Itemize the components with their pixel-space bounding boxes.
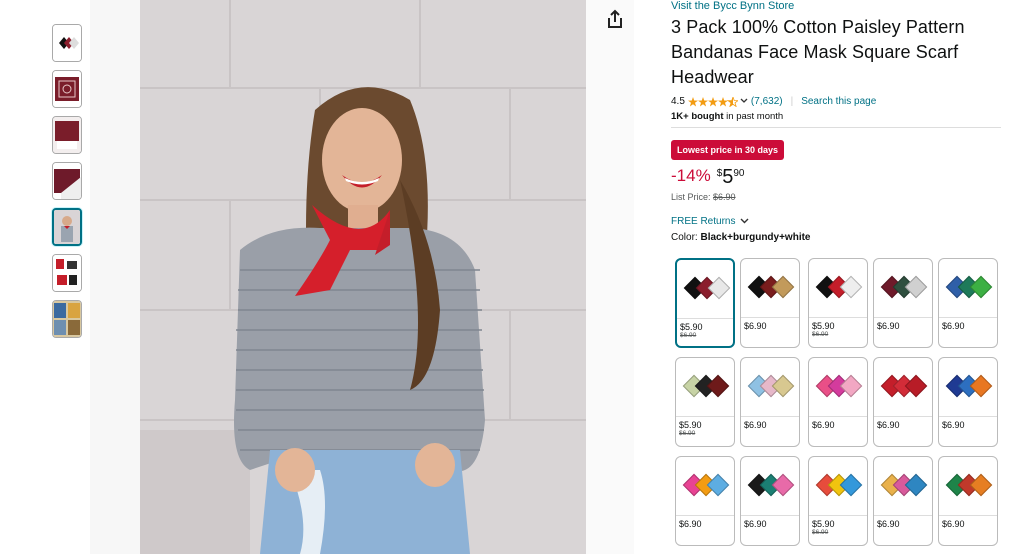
thumbnail-2[interactable] [52, 70, 82, 108]
swatch-image [809, 457, 867, 516]
swatch-image [741, 358, 799, 417]
color-swatch-selected[interactable]: $5.90 $6.90 [675, 258, 735, 348]
color-swatch[interactable]: $6.90 [873, 258, 933, 348]
swatch-image [939, 259, 997, 318]
thumbnail-3[interactable] [52, 116, 82, 154]
list-price-value: $6.90 [713, 192, 736, 202]
color-swatch[interactable]: $6.90 [808, 357, 868, 447]
ratings-count-link[interactable]: (7,632) [751, 96, 783, 107]
color-label: Color: [671, 232, 698, 243]
swatch-price: $6.90 [679, 519, 702, 529]
swatch-image [809, 259, 867, 318]
swatch-price: $6.90 [877, 321, 900, 331]
rating-row: 4.5 (7,632) | Search this page [671, 96, 1011, 107]
color-swatch[interactable]: $6.90 [873, 357, 933, 447]
bought-count: 1K+ bought [671, 111, 724, 122]
thumbnail-1[interactable] [52, 24, 82, 62]
swatch-image [677, 260, 733, 319]
swatch-price: $5.90 [812, 321, 835, 331]
color-selection: Color: Black+burgundy+white [671, 232, 1011, 243]
color-swatch[interactable]: $6.90 [740, 357, 800, 447]
thumbnail-6[interactable] [52, 254, 82, 292]
chevron-down-icon[interactable] [740, 96, 748, 107]
product-title: 3 Pack 100% Cotton Paisley Pattern Banda… [671, 17, 965, 87]
swatch-price: $6.90 [942, 420, 965, 430]
bought-suffix: in past month [726, 111, 784, 122]
thumbnail-7[interactable] [52, 300, 82, 338]
divider-line [671, 127, 1001, 128]
color-swatch[interactable]: $5.90 $6.90 [808, 456, 868, 546]
price-whole: 5 [722, 166, 734, 188]
swatch-price: $5.90 [679, 420, 702, 430]
divider: | [790, 96, 794, 107]
color-swatch[interactable]: $6.90 [873, 456, 933, 546]
share-icon[interactable] [604, 8, 626, 30]
swatch-image [939, 457, 997, 516]
main-product-image[interactable] [90, 0, 634, 554]
free-returns-label: FREE Returns [671, 216, 736, 227]
swatch-price: $6.90 [744, 420, 767, 430]
swatch-image [741, 457, 799, 516]
swatch-image [741, 259, 799, 318]
swatch-price: $6.90 [744, 519, 767, 529]
swatch-price: $6.90 [744, 321, 767, 331]
star-rating-icon[interactable] [687, 96, 738, 107]
swatch-image [676, 457, 734, 516]
swatch-image [676, 358, 734, 417]
swatch-price: $6.90 [877, 420, 900, 430]
swatch-old-price: $6.90 [679, 430, 696, 437]
color-swatch[interactable]: $6.90 [740, 258, 800, 348]
swatch-image [874, 457, 932, 516]
free-returns-link[interactable]: FREE Returns [671, 216, 1011, 227]
swatch-price: $5.90 [812, 519, 835, 529]
swatch-price: $6.90 [877, 519, 900, 529]
thumbnail-list [52, 24, 86, 346]
swatch-price: $5.90 [680, 322, 703, 332]
swatch-old-price: $6.90 [812, 529, 829, 536]
price-row: -14% $ 5 90 [671, 166, 1011, 188]
swatch-price: $6.90 [812, 420, 835, 430]
search-this-page-link[interactable]: Search this page [801, 96, 876, 107]
rating-value: 4.5 [671, 96, 685, 107]
chevron-down-icon [740, 216, 749, 227]
list-price-label: List Price: [671, 192, 711, 202]
thumbnail-5-selected[interactable] [52, 208, 82, 246]
color-value: Black+burgundy+white [700, 232, 811, 243]
swatch-old-price: $6.90 [812, 331, 829, 338]
thumbnail-4[interactable] [52, 162, 82, 200]
swatch-price: $6.90 [942, 321, 965, 331]
color-swatch[interactable]: $6.90 [938, 258, 998, 348]
product-info: Visit the Bycc Bynn Store 3 Pack 100% Co… [671, 0, 1011, 243]
swatch-image [874, 259, 932, 318]
swatch-image [809, 358, 867, 417]
swatch-image [939, 358, 997, 417]
color-swatch[interactable]: $5.90 $6.90 [675, 357, 735, 447]
color-swatch[interactable]: $6.90 [938, 456, 998, 546]
store-link[interactable]: Visit the Bycc Bynn Store [671, 0, 1011, 13]
bought-past-month: 1K+ bought in past month [671, 111, 1011, 122]
color-swatch[interactable]: $6.90 [938, 357, 998, 447]
color-swatch[interactable]: $5.90 $6.90 [808, 258, 868, 348]
color-swatch[interactable]: $6.90 [740, 456, 800, 546]
swatch-image [874, 358, 932, 417]
swatch-price: $6.90 [942, 519, 965, 529]
swatch-old-price: $6.90 [680, 332, 697, 339]
color-swatch[interactable]: $6.90 [675, 456, 735, 546]
price-fraction: 90 [733, 168, 745, 179]
list-price: List Price: $6.90 [671, 192, 1011, 202]
deal-badge: Lowest price in 30 days [671, 140, 785, 160]
discount-percent: -14% [671, 166, 711, 185]
